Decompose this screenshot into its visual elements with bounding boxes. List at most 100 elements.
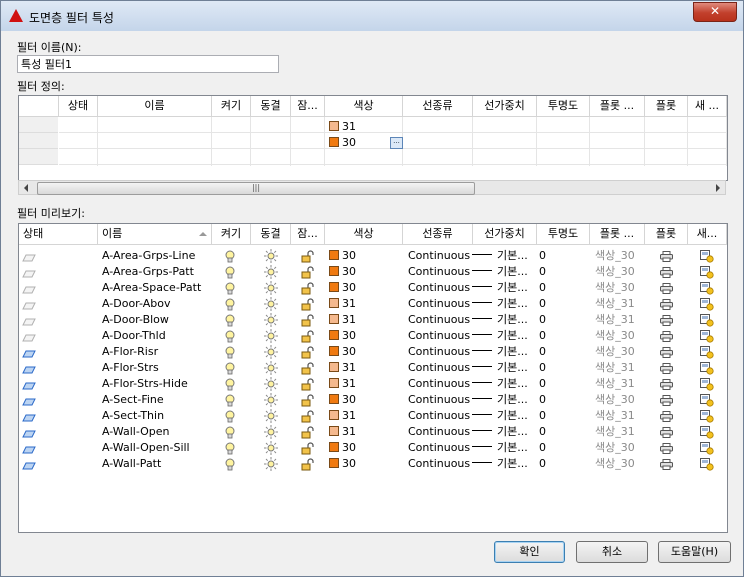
printer-icon[interactable] (660, 267, 673, 281)
layer-name[interactable]: A-Area-Space-Patt (102, 280, 201, 296)
transparency-value[interactable]: 0 (539, 424, 546, 440)
layer-color-cell[interactable]: 30 (329, 392, 356, 408)
scrollbar-thumb[interactable]: ||| (37, 182, 475, 195)
preview-header-color[interactable]: 색상 (325, 224, 403, 245)
layer-color-cell[interactable]: 30 (329, 328, 356, 344)
def-row-selector[interactable] (19, 117, 58, 133)
transparency-value[interactable]: 0 (539, 376, 546, 392)
plot-style-value[interactable]: 색상_31 (595, 360, 635, 376)
def-header-transparency[interactable]: 투명도 (537, 96, 590, 117)
plot-style-value[interactable]: 색상_30 (595, 264, 635, 280)
printer-icon[interactable] (660, 363, 673, 377)
lineweight-cell[interactable]: 기본... (472, 360, 528, 376)
lightbulb-icon[interactable] (225, 458, 235, 474)
lineweight-cell[interactable]: 기본... (472, 424, 528, 440)
def-color-cell[interactable]: 31 (329, 119, 356, 135)
preview-header-lock[interactable]: 잠... (291, 224, 325, 245)
def-header-name[interactable]: 이름 (98, 96, 212, 117)
layer-status-icon[interactable] (22, 460, 36, 473)
preview-header-new-vp-freeze[interactable]: 새... (688, 224, 727, 245)
table-row[interactable]: A-Area-Space-Patt 30 Continuous 기본... 0 색상_30 (19, 280, 727, 296)
layer-name[interactable]: A-Wall-Open-Sill (102, 440, 190, 456)
transparency-value[interactable]: 0 (539, 440, 546, 456)
layer-name[interactable]: A-Flor-Strs (102, 360, 159, 376)
def-row-selector[interactable] (19, 149, 58, 165)
lineweight-cell[interactable]: 기본... (472, 456, 528, 472)
plot-style-value[interactable]: 색상_30 (595, 456, 635, 472)
plot-style-value[interactable]: 색상_30 (595, 440, 635, 456)
linetype-value[interactable]: Continuous (408, 456, 470, 472)
preview-header-plot[interactable]: 플롯 (645, 224, 688, 245)
layer-name[interactable]: A-Area-Grps-Patt (102, 264, 194, 280)
scroll-right-icon[interactable] (716, 184, 720, 192)
layer-color-cell[interactable]: 31 (329, 424, 356, 440)
transparency-value[interactable]: 0 (539, 312, 546, 328)
layer-color-cell[interactable]: 31 (329, 312, 356, 328)
table-row[interactable]: A-Area-Grps-Patt 30 Continuous 기본... 0 색상_30 (19, 264, 727, 280)
transparency-value[interactable]: 0 (539, 264, 546, 280)
transparency-value[interactable]: 0 (539, 408, 546, 424)
preview-header-freeze[interactable]: 동결 (251, 224, 291, 245)
layer-color-cell[interactable]: 30 (329, 280, 356, 296)
preview-header-on[interactable]: 켜기 (212, 224, 251, 245)
printer-icon[interactable] (660, 283, 673, 297)
linetype-value[interactable]: Continuous (408, 376, 470, 392)
transparency-value[interactable]: 0 (539, 344, 546, 360)
def-header-lock[interactable]: 잠... (291, 96, 325, 117)
plot-style-value[interactable]: 색상_30 (595, 248, 635, 264)
printer-icon[interactable] (660, 395, 673, 409)
def-header-color[interactable]: 색상 (325, 96, 403, 117)
layer-name[interactable]: A-Door-Thld (102, 328, 166, 344)
layer-color-cell[interactable]: 31 (329, 360, 356, 376)
def-header-status[interactable]: 상태 (59, 96, 98, 117)
table-row[interactable]: A-Area-Grps-Line 30 Continuous 기본... 0 색상_30 (19, 248, 727, 264)
layer-color-cell[interactable]: 30 (329, 248, 356, 264)
layer-name[interactable]: A-Flor-Strs-Hide (102, 376, 188, 392)
transparency-value[interactable]: 0 (539, 296, 546, 312)
color-edit-button[interactable]: ... (390, 137, 403, 149)
lineweight-cell[interactable]: 기본... (472, 376, 528, 392)
layer-name[interactable]: A-Wall-Patt (102, 456, 161, 472)
lineweight-cell[interactable]: 기본... (472, 248, 528, 264)
layer-color-cell[interactable]: 30 (329, 456, 356, 472)
definition-horizontal-scrollbar[interactable]: ||| (18, 180, 726, 195)
plot-style-value[interactable]: 색상_31 (595, 296, 635, 312)
table-row[interactable]: A-Door-Abov 31 Continuous 기본... 0 색상_31 (19, 296, 727, 312)
table-row[interactable]: A-Flor-Strs 31 Continuous 기본... 0 색상_31 (19, 360, 727, 376)
layer-color-cell[interactable]: 30 (329, 440, 356, 456)
table-row[interactable]: A-Flor-Strs-Hide 31 Continuous 기본... 0 색상_31 (19, 376, 727, 392)
layer-name[interactable]: A-Sect-Fine (102, 392, 164, 408)
linetype-value[interactable]: Continuous (408, 312, 470, 328)
linetype-value[interactable]: Continuous (408, 280, 470, 296)
linetype-value[interactable]: Continuous (408, 424, 470, 440)
lineweight-cell[interactable]: 기본... (472, 264, 528, 280)
def-header-freeze[interactable]: 동결 (251, 96, 291, 117)
table-row[interactable]: A-Wall-Open-Sill 30 Continuous 기본... 0 색상_30 (19, 440, 727, 456)
plot-style-value[interactable]: 색상_31 (595, 408, 635, 424)
linetype-value[interactable]: Continuous (408, 360, 470, 376)
lineweight-cell[interactable]: 기본... (472, 344, 528, 360)
layer-name[interactable]: A-Door-Blow (102, 312, 169, 328)
layer-name[interactable]: A-Area-Grps-Line (102, 248, 195, 264)
printer-icon[interactable] (660, 315, 673, 329)
lineweight-cell[interactable]: 기본... (472, 440, 528, 456)
linetype-value[interactable]: Continuous (408, 408, 470, 424)
linetype-value[interactable]: Continuous (408, 328, 470, 344)
printer-icon[interactable] (660, 347, 673, 361)
cancel-button[interactable]: 취소 (576, 541, 648, 563)
help-button[interactable]: 도움말(H) (658, 541, 731, 563)
transparency-value[interactable]: 0 (539, 280, 546, 296)
filter-definition-grid[interactable]: 상태 이름 켜기 동결 잠... 색상 선종류 선가중치 투명도 플롯 ... 플롯 새 ... 31 3… (18, 95, 728, 181)
def-header-new-vp-freeze[interactable]: 새 ... (688, 96, 727, 117)
def-row-selector[interactable] (19, 133, 58, 149)
scroll-left-icon[interactable] (24, 184, 28, 192)
printer-icon[interactable] (660, 411, 673, 425)
def-header-plot-style[interactable]: 플롯 ... (590, 96, 645, 117)
printer-icon[interactable] (660, 379, 673, 393)
def-header-linetype[interactable]: 선종류 (403, 96, 473, 117)
layer-name[interactable]: A-Flor-Risr (102, 344, 158, 360)
printer-icon[interactable] (660, 251, 673, 265)
plot-style-value[interactable]: 색상_31 (595, 312, 635, 328)
lineweight-cell[interactable]: 기본... (472, 296, 528, 312)
table-row[interactable]: A-Door-Thld 30 Continuous 기본... 0 색상_30 (19, 328, 727, 344)
